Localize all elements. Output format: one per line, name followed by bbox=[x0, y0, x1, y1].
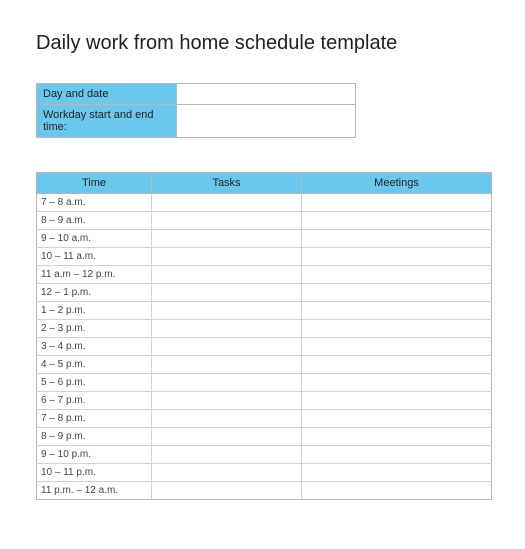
table-row: 11 a.m – 12 p.m. bbox=[37, 266, 492, 284]
cell-time: 10 – 11 p.m. bbox=[37, 464, 152, 482]
cell-meetings[interactable] bbox=[302, 464, 492, 482]
cell-meetings[interactable] bbox=[302, 320, 492, 338]
info-row-day-date: Day and date bbox=[37, 84, 356, 105]
cell-time: 8 – 9 p.m. bbox=[37, 428, 152, 446]
schedule-body: 7 – 8 a.m. 8 – 9 a.m. 9 – 10 a.m. 10 – 1… bbox=[37, 194, 492, 500]
cell-time: 7 – 8 p.m. bbox=[37, 410, 152, 428]
cell-time: 3 – 4 p.m. bbox=[37, 338, 152, 356]
cell-tasks[interactable] bbox=[152, 248, 302, 266]
cell-time: 1 – 2 p.m. bbox=[37, 302, 152, 320]
table-row: 8 – 9 p.m. bbox=[37, 428, 492, 446]
cell-meetings[interactable] bbox=[302, 428, 492, 446]
info-table: Day and date Workday start and end time: bbox=[36, 83, 356, 138]
table-row: 1 – 2 p.m. bbox=[37, 302, 492, 320]
cell-meetings[interactable] bbox=[302, 482, 492, 500]
cell-tasks[interactable] bbox=[152, 284, 302, 302]
info-row-workday-time: Workday start and end time: bbox=[37, 105, 356, 138]
cell-time: 9 – 10 a.m. bbox=[37, 230, 152, 248]
info-value[interactable] bbox=[176, 84, 355, 105]
cell-tasks[interactable] bbox=[152, 338, 302, 356]
table-row: 2 – 3 p.m. bbox=[37, 320, 492, 338]
table-row: 12 – 1 p.m. bbox=[37, 284, 492, 302]
cell-time: 12 – 1 p.m. bbox=[37, 284, 152, 302]
cell-tasks[interactable] bbox=[152, 410, 302, 428]
cell-time: 9 – 10 p.m. bbox=[37, 446, 152, 464]
cell-time: 10 – 11 a.m. bbox=[37, 248, 152, 266]
table-row: 3 – 4 p.m. bbox=[37, 338, 492, 356]
cell-tasks[interactable] bbox=[152, 194, 302, 212]
cell-tasks[interactable] bbox=[152, 446, 302, 464]
table-row: 9 – 10 p.m. bbox=[37, 446, 492, 464]
cell-tasks[interactable] bbox=[152, 302, 302, 320]
table-row: 10 – 11 p.m. bbox=[37, 464, 492, 482]
schedule-header-row: Time Tasks Meetings bbox=[37, 173, 492, 194]
table-row: 4 – 5 p.m. bbox=[37, 356, 492, 374]
cell-meetings[interactable] bbox=[302, 248, 492, 266]
page: Daily work from home schedule template D… bbox=[0, 0, 525, 530]
cell-time: 6 – 7 p.m. bbox=[37, 392, 152, 410]
cell-tasks[interactable] bbox=[152, 266, 302, 284]
cell-meetings[interactable] bbox=[302, 194, 492, 212]
cell-meetings[interactable] bbox=[302, 230, 492, 248]
table-row: 7 – 8 a.m. bbox=[37, 194, 492, 212]
cell-time: 8 – 9 a.m. bbox=[37, 212, 152, 230]
cell-tasks[interactable] bbox=[152, 392, 302, 410]
cell-tasks[interactable] bbox=[152, 320, 302, 338]
cell-tasks[interactable] bbox=[152, 482, 302, 500]
cell-tasks[interactable] bbox=[152, 464, 302, 482]
cell-tasks[interactable] bbox=[152, 374, 302, 392]
table-row: 10 – 11 a.m. bbox=[37, 248, 492, 266]
header-time: Time bbox=[37, 173, 152, 194]
cell-time: 5 – 6 p.m. bbox=[37, 374, 152, 392]
table-row: 5 – 6 p.m. bbox=[37, 374, 492, 392]
cell-meetings[interactable] bbox=[302, 212, 492, 230]
table-row: 6 – 7 p.m. bbox=[37, 392, 492, 410]
cell-meetings[interactable] bbox=[302, 410, 492, 428]
table-row: 8 – 9 a.m. bbox=[37, 212, 492, 230]
info-value[interactable] bbox=[176, 105, 355, 138]
header-tasks: Tasks bbox=[152, 173, 302, 194]
cell-meetings[interactable] bbox=[302, 302, 492, 320]
table-row: 11 p.m. – 12 a.m. bbox=[37, 482, 492, 500]
cell-meetings[interactable] bbox=[302, 338, 492, 356]
cell-time: 7 – 8 a.m. bbox=[37, 194, 152, 212]
cell-time: 11 a.m – 12 p.m. bbox=[37, 266, 152, 284]
info-label: Workday start and end time: bbox=[37, 105, 177, 138]
header-meetings: Meetings bbox=[302, 173, 492, 194]
cell-time: 2 – 3 p.m. bbox=[37, 320, 152, 338]
cell-meetings[interactable] bbox=[302, 266, 492, 284]
page-title: Daily work from home schedule template bbox=[36, 32, 497, 55]
cell-meetings[interactable] bbox=[302, 446, 492, 464]
schedule-table: Time Tasks Meetings 7 – 8 a.m. 8 – 9 a.m… bbox=[36, 172, 492, 500]
cell-time: 4 – 5 p.m. bbox=[37, 356, 152, 374]
cell-meetings[interactable] bbox=[302, 284, 492, 302]
cell-meetings[interactable] bbox=[302, 392, 492, 410]
cell-meetings[interactable] bbox=[302, 356, 492, 374]
cell-tasks[interactable] bbox=[152, 212, 302, 230]
cell-tasks[interactable] bbox=[152, 428, 302, 446]
cell-meetings[interactable] bbox=[302, 374, 492, 392]
info-label: Day and date bbox=[37, 84, 177, 105]
table-row: 7 – 8 p.m. bbox=[37, 410, 492, 428]
table-row: 9 – 10 a.m. bbox=[37, 230, 492, 248]
cell-tasks[interactable] bbox=[152, 356, 302, 374]
cell-tasks[interactable] bbox=[152, 230, 302, 248]
cell-time: 11 p.m. – 12 a.m. bbox=[37, 482, 152, 500]
